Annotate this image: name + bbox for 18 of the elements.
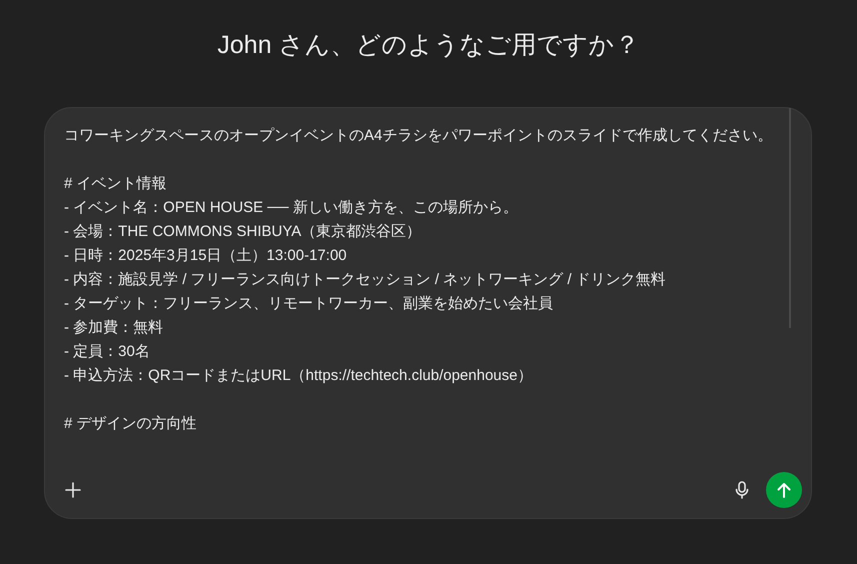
prompt-line: コワーキングスペースのオープンイベントのA4チラシをパワーポイントのスライドで作成してください。 xyxy=(64,126,772,146)
prompt-line: # デザインの方向性 xyxy=(64,414,197,434)
prompt-line: - 会場：THE COMMONS SHIBUYA（東京都渋谷区） xyxy=(64,222,422,242)
plus-icon xyxy=(65,482,81,498)
prompt-line: - 内容：施設見学 / フリーランス向けトークセッション / ネットワーキング / ドリンク無料 xyxy=(64,270,666,290)
add-button[interactable] xyxy=(63,480,83,500)
prompt-line: - イベント名：OPEN HOUSE ── 新しい働き方を、この場所から。 xyxy=(64,198,518,218)
prompt-line: - ターゲット：フリーランス、リモートワーカー、副業を始めたい会社員 xyxy=(64,294,554,314)
prompt-box[interactable] xyxy=(44,107,812,519)
prompt-line: - 定員：30名 xyxy=(64,342,150,362)
prompt-line: - 日時：2025年3月15日（土）13:00-17:00 xyxy=(64,246,347,266)
prompt-line: - 申込方法：QRコードまたはURL（https://techtech.club/openhouse） xyxy=(64,366,532,386)
microphone-icon xyxy=(735,481,749,499)
prompt-line: # イベント情報 xyxy=(64,174,167,194)
prompt-line: - 参加費：無料 xyxy=(64,318,164,338)
greeting-heading: John さん、どのようなご用ですか？ xyxy=(217,30,640,61)
arrow-up-icon xyxy=(777,482,791,498)
send-button[interactable] xyxy=(766,472,802,508)
